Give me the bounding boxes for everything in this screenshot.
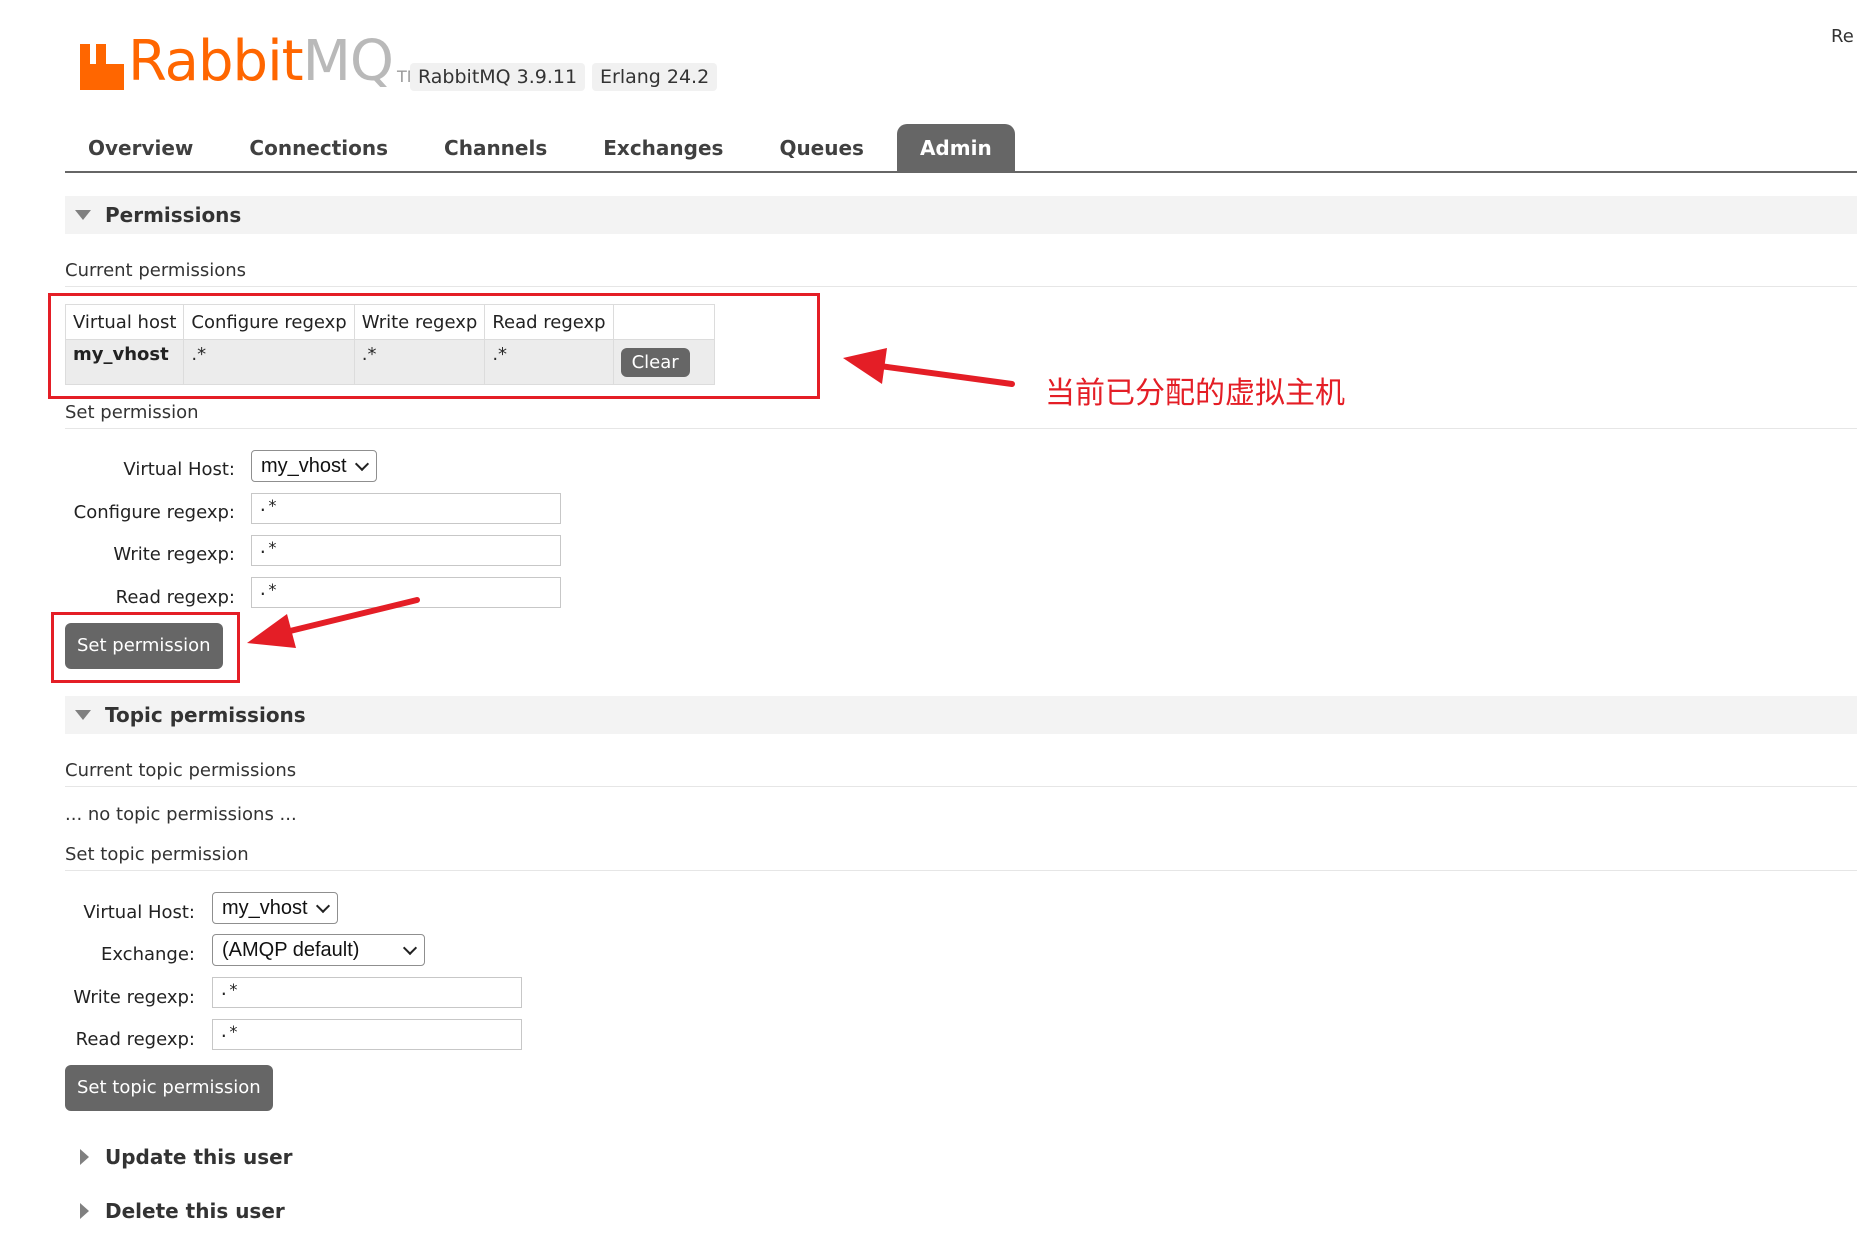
annotation-current-vhost-text: 当前已分配的虚拟主机	[1045, 376, 1345, 411]
arrow-to-permissions-icon	[843, 348, 1015, 387]
arrow-to-set-permission-icon	[247, 597, 420, 648]
annotation-arrows	[247, 348, 1015, 648]
